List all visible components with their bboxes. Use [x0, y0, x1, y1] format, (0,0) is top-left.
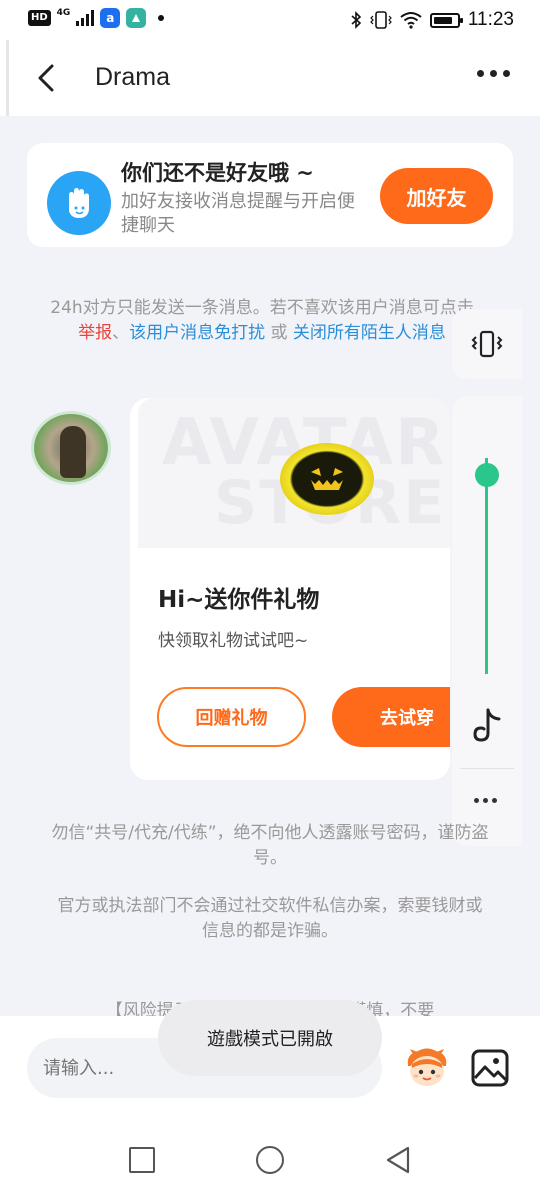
notice-text: 24h对方只能发送一条消息。若不喜欢该用户消息可点击 [50, 298, 474, 318]
gift-message-card: AVATAR STORE Hi~送你件礼物 快领取礼物试试吧~ 回赠礼物 去试穿 [130, 398, 450, 780]
sender-avatar[interactable] [31, 411, 111, 485]
volume-slider-track[interactable] [485, 458, 488, 674]
chat-header: Drama [0, 40, 540, 116]
emoji-avatar-icon[interactable] [400, 1046, 454, 1090]
gift-title: Hi~送你件礼物 [158, 587, 320, 613]
tiktok-icon[interactable] [470, 706, 504, 746]
image-icon[interactable] [470, 1048, 510, 1088]
more-dots-icon [474, 798, 479, 803]
gift-item-image [280, 443, 374, 515]
status-bar: HD 4G a 11:23 [0, 0, 540, 40]
status-time: 11:23 [467, 9, 514, 30]
wifi-icon [400, 12, 422, 29]
chat-title: Drama [95, 63, 171, 91]
notice-or: 或 [265, 323, 293, 343]
return-gift-button[interactable]: 回赠礼物 [157, 687, 306, 747]
back-icon[interactable] [384, 1145, 412, 1175]
mute-user-link[interactable]: 该用户消息免打扰 [129, 323, 265, 343]
chevron-left-icon [38, 64, 54, 92]
more-options-button[interactable] [477, 70, 510, 77]
hd-badge: HD [28, 10, 51, 26]
friend-card-title: 你们还不是好友哦 ~ [121, 161, 314, 185]
network-type: 4G [56, 8, 71, 18]
vibrate-icon [471, 330, 503, 358]
status-left: HD 4G a [28, 8, 165, 28]
panel-more-button[interactable] [474, 798, 497, 803]
hand-wave-icon [47, 171, 111, 235]
game-mode-toast: 遊戲模式已開啟 [158, 1000, 382, 1076]
report-link[interactable]: 举报 [78, 323, 112, 343]
add-friend-button[interactable]: 加好友 [380, 168, 493, 224]
avatar-figure [60, 426, 86, 478]
header-edge [6, 40, 9, 116]
add-friend-card: 你们还不是好友哦 ~ 加好友接收消息提醒与开启便捷聊天 加好友 [27, 143, 513, 247]
vibrate-toggle-button[interactable] [452, 309, 522, 379]
stranger-message-notice: 24h对方只能发送一条消息。若不喜欢该用户消息可点击 举报、该用户消息免打扰 或… [42, 296, 482, 346]
app-notification-icon: a [100, 8, 121, 28]
vibrate-icon [370, 11, 392, 29]
close-all-link[interactable]: 关闭所有陌生人消息 [293, 323, 446, 343]
game-side-panel [452, 396, 522, 846]
gift-subtitle: 快领取礼物试试吧~ [158, 631, 309, 651]
notification-dot [158, 15, 165, 21]
account-safety-warning: 勿信“共号/代充/代练”，绝不向他人透露账号密码，谨防盗号。 [51, 823, 489, 868]
battery-charging-icon [429, 12, 463, 28]
more-dots-icon [477, 70, 484, 77]
home-icon[interactable] [256, 1146, 284, 1174]
notice-separator: 、 [112, 323, 130, 343]
recent-apps-icon[interactable] [129, 1147, 155, 1173]
back-button[interactable] [26, 60, 66, 96]
bluetooth-icon [351, 11, 362, 29]
gift-banner: AVATAR STORE [138, 398, 450, 548]
pumpkin-face-icon [311, 468, 343, 490]
panel-divider [460, 768, 514, 769]
friend-card-subtitle: 加好友接收消息提醒与开启便捷聊天 [121, 191, 355, 236]
app-notification-icon-2 [126, 8, 147, 28]
status-right: 11:23 [350, 9, 514, 31]
system-nav-bar [0, 1126, 540, 1200]
volume-slider-handle[interactable] [475, 463, 499, 488]
signal-icon [76, 10, 95, 26]
try-on-button[interactable]: 去试穿 [332, 687, 450, 747]
fraud-warning: 官方或执法部门不会通过社交软件私信办案，索要钱财或信息的都是诈骗。 [57, 896, 483, 941]
